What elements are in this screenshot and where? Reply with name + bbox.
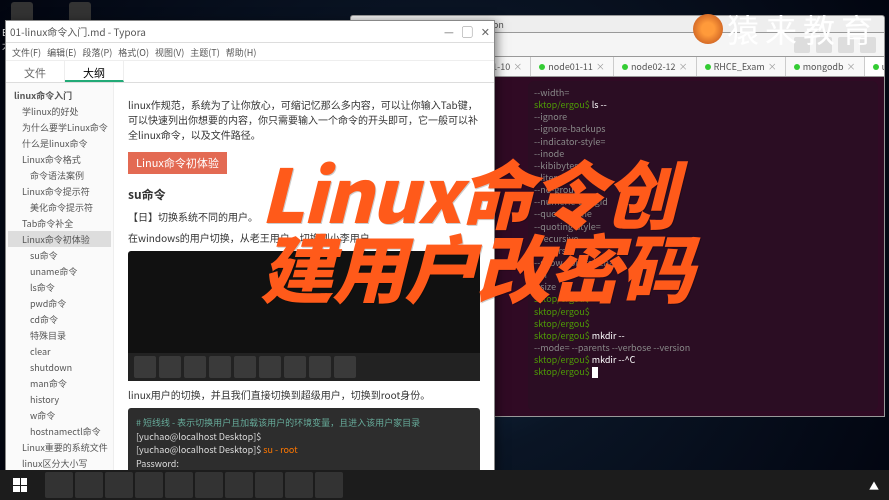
taskbar-app[interactable] [45,472,73,498]
system-tray[interactable]: ▲ [859,478,889,493]
tray-icon[interactable]: ▲ [869,478,879,493]
typora-title: 01-linux命令入门.md - Typora [10,24,146,39]
brand-logo-icon [693,14,723,44]
maximize-icon[interactable]: ▢ [462,24,473,40]
taskbar-app[interactable] [75,472,103,498]
tab-file[interactable]: 文件 [6,61,65,82]
outline-item[interactable]: pwd命令 [8,295,111,311]
outline-item[interactable]: su命令 [8,247,111,263]
windows-icon [13,478,27,492]
outline-item[interactable]: 命令语法案例 [8,167,111,183]
outline-item[interactable]: Linux命令提示符 [8,183,111,199]
menu-item[interactable]: 主题(T) [190,46,219,57]
outline-sidebar[interactable]: linux命令入门学linux的好处为什么要学Linux命令什么是linux命令… [6,83,114,489]
menu-item[interactable]: 帮助(H) [226,46,257,57]
vm-tab[interactable]: mongodb × [786,57,865,76]
brand-watermark: 猿来教育 [693,6,879,52]
outline-item[interactable]: history [8,391,111,407]
menu-item[interactable]: 段落(P) [82,46,112,57]
outline-item[interactable]: man命令 [8,375,111,391]
typora-view-tabs: 文件 大纲 [6,61,494,83]
vm-tab[interactable]: RHCE_Exam × [697,57,786,76]
outline-item[interactable]: linux命令入门 [8,87,111,103]
close-icon[interactable]: ✕ [481,24,490,40]
taskbar-app[interactable] [135,472,163,498]
start-button[interactable] [0,470,40,500]
menu-item[interactable]: 编辑(E) [47,46,76,57]
outline-item[interactable]: 什么是linux命令 [8,135,111,151]
outline-item[interactable]: Tab命令补全 [8,215,111,231]
video-headline: Linux命令创 建用户改密码 [260,155,692,303]
taskbar-app[interactable] [315,472,343,498]
outline-item[interactable]: uname命令 [8,263,111,279]
outline-item[interactable]: Linux命令格式 [8,151,111,167]
outline-item[interactable]: shutdown [8,359,111,375]
vm-tab[interactable]: ubuntu20-04 × [865,57,885,76]
outline-item[interactable]: clear [8,343,111,359]
taskbar-app[interactable] [165,472,193,498]
outline-item[interactable]: hostnamectl命令 [8,423,111,439]
section-heading: Linux命令初体验 [128,152,227,174]
vm-tab[interactable]: node02-12 × [614,57,697,76]
typora-menubar: 文件(F) 编辑(E) 段落(P) 格式(O) 视图(V) 主题(T) 帮助(H… [6,43,494,61]
taskbar-app[interactable] [285,472,313,498]
taskbar-app[interactable] [255,472,283,498]
outline-item[interactable]: cd命令 [8,311,111,327]
minimize-icon[interactable]: — [444,24,454,40]
taskbar-app[interactable] [105,472,133,498]
outline-item[interactable]: 为什么要学Linux命令 [8,119,111,135]
outline-item[interactable]: w命令 [8,407,111,423]
outline-item[interactable]: 学linux的好处 [8,103,111,119]
outline-item[interactable]: Linux命令初体验 [8,231,111,247]
menu-item[interactable]: 格式(O) [118,46,149,57]
taskbar-app[interactable] [195,472,223,498]
outline-item[interactable]: Linux重要的系统文件 [8,439,111,455]
windows-taskbar: ▲ [0,470,889,500]
typora-titlebar[interactable]: 01-linux命令入门.md - Typora — ▢ ✕ [6,21,494,43]
taskbar-app[interactable] [225,472,253,498]
tab-outline[interactable]: 大纲 [65,61,124,82]
outline-item[interactable]: ls命令 [8,279,111,295]
outline-item[interactable]: 美化命令提示符 [8,199,111,215]
outline-item[interactable]: 特殊目录 [8,327,111,343]
menu-item[interactable]: 视图(V) [155,46,184,57]
paragraph: linux用户的切换，并且我们直接切换到超级用户，切换到root身份。 [128,387,480,402]
outline-item[interactable]: linux区分大小写 [8,455,111,471]
taskbar-apps [45,472,343,498]
vm-tab[interactable]: node01-11 × [531,57,614,76]
paragraph: linux作规范，系统为了让你放心，可缩记忆那么多内容，可以让你输入Tab键，可… [128,97,480,142]
menu-item[interactable]: 文件(F) [12,46,41,57]
